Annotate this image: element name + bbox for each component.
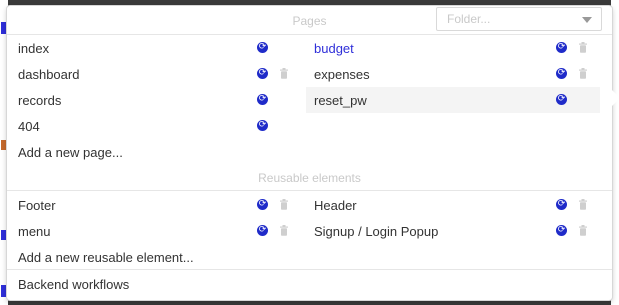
background-fragment [1,22,6,34]
reusable-item-header[interactable]: Header ⟳ [306,192,600,218]
background-right-edge [611,0,619,305]
page-item-reset-pw[interactable]: reset_pw ⟳ [306,87,600,113]
page-item-dashboard[interactable]: dashboard ⟳ [10,61,300,87]
trash-icon[interactable] [279,199,289,210]
background-fragment [1,285,6,297]
trash-icon[interactable] [578,199,588,210]
page-item-expenses[interactable]: expenses ⟳ [306,61,600,87]
sync-icon[interactable]: ⟳ [257,42,268,53]
background-fragment [1,140,6,150]
sync-icon[interactable]: ⟳ [556,42,567,53]
sync-icon[interactable]: ⟳ [257,120,268,131]
sync-icon[interactable]: ⟳ [556,225,567,236]
sync-icon[interactable]: ⟳ [257,225,268,236]
page-item-404[interactable]: 404 ⟳ [10,113,300,139]
page-item-budget[interactable]: budget ⟳ [306,35,600,61]
sync-icon[interactable]: ⟳ [556,199,567,210]
reusable-section-title: Reusable elements [258,171,361,185]
page-item-records[interactable]: records ⟳ [10,87,300,113]
reusable-item-menu[interactable]: menu ⟳ [10,218,300,244]
background-fragment [1,230,6,240]
popup-caret [612,90,619,106]
sync-icon[interactable]: ⟳ [257,199,268,210]
trash-icon[interactable] [578,68,588,79]
sync-icon[interactable]: ⟳ [556,94,567,105]
reusable-item-signup-login-popup[interactable]: Signup / Login Popup ⟳ [306,218,600,244]
sync-icon[interactable]: ⟳ [257,68,268,79]
sync-icon[interactable]: ⟳ [257,94,268,105]
trash-icon[interactable] [578,225,588,236]
folder-select[interactable]: Folder... [436,7,602,31]
reusable-divider [7,190,612,191]
sync-icon[interactable]: ⟳ [556,68,567,79]
page-item-index[interactable]: index ⟳ [10,35,300,61]
backend-workflows-link[interactable]: Backend workflows [18,277,129,292]
add-reusable-element-link[interactable]: Add a new reusable element... [18,250,194,265]
add-page-link[interactable]: Add a new page... [18,145,123,160]
pages-dropdown-popup: Pages Folder... index ⟳ dashboard ⟳ reco… [7,6,619,300]
trash-icon[interactable] [279,225,289,236]
trash-icon[interactable] [578,42,588,53]
reusable-item-footer[interactable]: Footer ⟳ [10,192,300,218]
trash-icon[interactable] [279,68,289,79]
backend-divider [7,269,612,270]
folder-select-placeholder: Folder... [447,12,491,26]
chevron-down-icon [582,17,592,23]
